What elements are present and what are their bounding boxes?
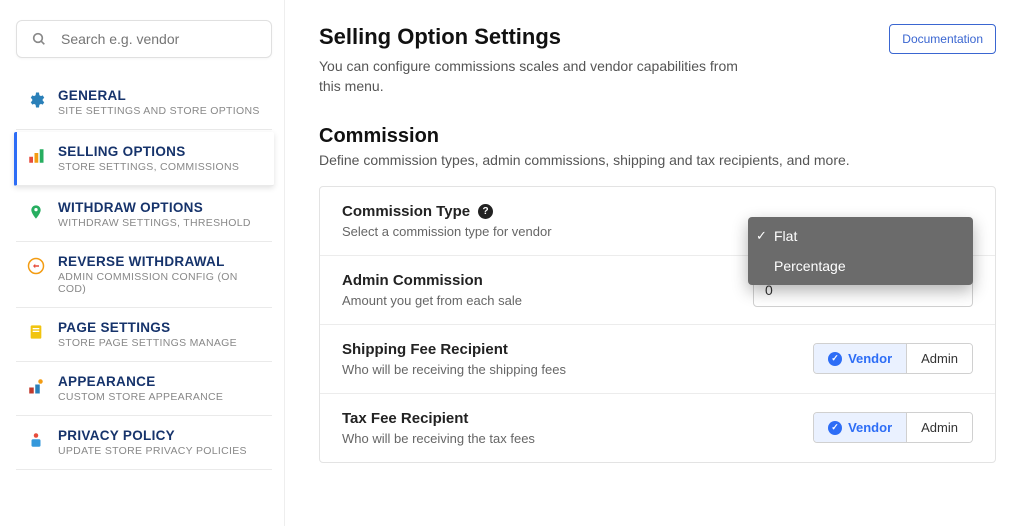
toggle-label: Admin xyxy=(921,351,958,366)
sidebar-item-selling-options[interactable]: SELLING OPTIONS STORE SETTINGS, COMMISSI… xyxy=(14,132,274,186)
help-icon[interactable]: ? xyxy=(478,204,493,219)
section-title: Commission xyxy=(319,125,996,148)
toggle-label: Admin xyxy=(921,420,958,435)
sidebar-item-label: PAGE SETTINGS xyxy=(58,320,262,335)
row-label: Shipping Fee Recipient xyxy=(342,341,743,358)
sidebar-item-sub: STORE SETTINGS, COMMISSIONS xyxy=(58,161,264,173)
sidebar-item-withdraw-options[interactable]: WITHDRAW OPTIONS WITHDRAW SETTINGS, THRE… xyxy=(16,188,272,242)
sidebar-item-label: APPEARANCE xyxy=(58,374,262,389)
row-label: Tax Fee Recipient xyxy=(342,410,743,427)
sidebar-item-label: GENERAL xyxy=(58,88,262,103)
dropdown-option-flat[interactable]: Flat xyxy=(748,221,973,251)
sidebar-item-reverse-withdrawal[interactable]: REVERSE WITHDRAWAL ADMIN COMMISSION CONF… xyxy=(16,242,272,308)
row-sub: Amount you get from each sale xyxy=(342,293,743,308)
sidebar-item-sub: WITHDRAW SETTINGS, THRESHOLD xyxy=(58,217,262,229)
sidebar-item-label: WITHDRAW OPTIONS xyxy=(58,200,262,215)
reverse-icon xyxy=(26,256,46,276)
sidebar-item-sub: UPDATE STORE PRIVACY POLICIES xyxy=(58,445,262,457)
row-sub: Who will be receiving the shipping fees xyxy=(342,362,743,377)
row-label: Commission Type xyxy=(342,203,470,220)
chart-icon xyxy=(26,146,46,166)
row-commission-type: Commission Type ? Select a commission ty… xyxy=(320,187,995,256)
sidebar-item-sub: STORE PAGE SETTINGS MANAGE xyxy=(58,337,262,349)
sidebar-item-privacy-policy[interactable]: PRIVACY POLICY UPDATE STORE PRIVACY POLI… xyxy=(16,416,272,470)
sidebar-item-label: PRIVACY POLICY xyxy=(58,428,262,443)
appearance-icon xyxy=(26,376,46,396)
tax-recipient-toggle[interactable]: ✓ Vendor ✓ Admin xyxy=(813,412,973,443)
toggle-label: Vendor xyxy=(848,420,892,435)
sidebar-item-general[interactable]: GENERAL SITE SETTINGS AND STORE OPTIONS xyxy=(16,76,272,130)
row-tax-recipient: Tax Fee Recipient Who will be receiving … xyxy=(320,394,995,462)
search-input[interactable] xyxy=(61,31,257,47)
row-sub: Select a commission type for vendor xyxy=(342,224,743,239)
sidebar-item-sub: CUSTOM STORE APPEARANCE xyxy=(58,391,262,403)
commission-type-dropdown[interactable]: Flat Percentage xyxy=(748,217,973,285)
documentation-button[interactable]: Documentation xyxy=(889,24,996,54)
toggle-admin[interactable]: ✓ Admin xyxy=(907,344,972,373)
privacy-icon xyxy=(26,430,46,450)
gear-icon xyxy=(26,90,46,110)
toggle-label: Vendor xyxy=(848,351,892,366)
check-icon: ✓ xyxy=(828,421,842,435)
sidebar-item-label: REVERSE WITHDRAWAL xyxy=(58,254,262,269)
search-box[interactable] xyxy=(16,20,272,58)
search-icon xyxy=(31,31,47,47)
page-desc: You can configure commissions scales and… xyxy=(319,56,749,97)
sidebar-item-appearance[interactable]: APPEARANCE CUSTOM STORE APPEARANCE xyxy=(16,362,272,416)
pin-icon xyxy=(26,202,46,222)
row-sub: Who will be receiving the tax fees xyxy=(342,431,743,446)
dropdown-option-percentage[interactable]: Percentage xyxy=(748,251,973,281)
sidebar-item-sub: SITE SETTINGS AND STORE OPTIONS xyxy=(58,105,262,117)
row-label: Admin Commission xyxy=(342,272,743,289)
page-icon xyxy=(26,322,46,342)
toggle-vendor[interactable]: ✓ Vendor xyxy=(814,344,906,373)
section-desc: Define commission types, admin commissio… xyxy=(319,152,996,168)
row-shipping-recipient: Shipping Fee Recipient Who will be recei… xyxy=(320,325,995,394)
sidebar-item-sub: ADMIN COMMISSION CONFIG (ON COD) xyxy=(58,271,262,295)
commission-settings: Commission Type ? Select a commission ty… xyxy=(319,186,996,463)
page-title: Selling Option Settings xyxy=(319,24,749,50)
sidebar-item-label: SELLING OPTIONS xyxy=(58,144,264,159)
toggle-admin[interactable]: ✓ Admin xyxy=(907,413,972,442)
toggle-vendor[interactable]: ✓ Vendor xyxy=(814,413,906,442)
check-icon: ✓ xyxy=(828,352,842,366)
shipping-recipient-toggle[interactable]: ✓ Vendor ✓ Admin xyxy=(813,343,973,374)
sidebar-item-page-settings[interactable]: PAGE SETTINGS STORE PAGE SETTINGS MANAGE xyxy=(16,308,272,362)
